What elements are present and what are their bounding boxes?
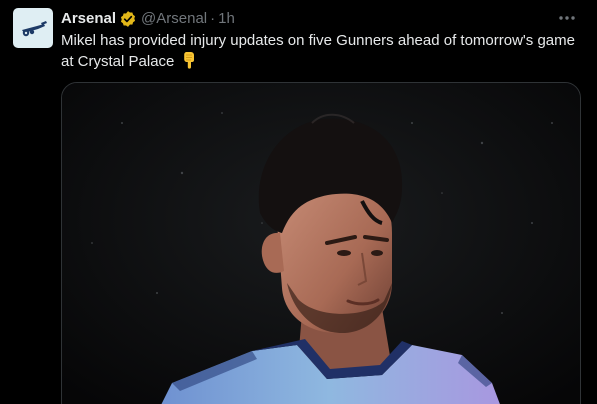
author-display-name[interactable]: Arsenal	[61, 9, 116, 29]
tweet-timestamp[interactable]: 1h	[218, 9, 235, 29]
avatar[interactable]	[13, 8, 53, 48]
arsenal-cannon-logo-icon	[22, 21, 47, 37]
player-photo	[62, 83, 580, 404]
author-handle[interactable]: @Arsenal	[141, 9, 207, 29]
tweet-text-content: Mikel has provided injury updates on fiv…	[61, 32, 575, 70]
tweet-media-photo[interactable]	[61, 82, 581, 404]
separator-dot: ·	[210, 10, 216, 27]
tweet-text: Mikel has provided injury updates on fiv…	[61, 31, 581, 72]
point-down-icon	[183, 52, 194, 69]
verified-badge-icon[interactable]	[119, 10, 137, 28]
tweet-header: Arsenal @Arsenal · 1h	[61, 9, 235, 29]
tweet[interactable]: Arsenal @Arsenal · 1h Mikel has provided…	[0, 0, 597, 404]
more-options-icon[interactable]	[557, 8, 577, 28]
